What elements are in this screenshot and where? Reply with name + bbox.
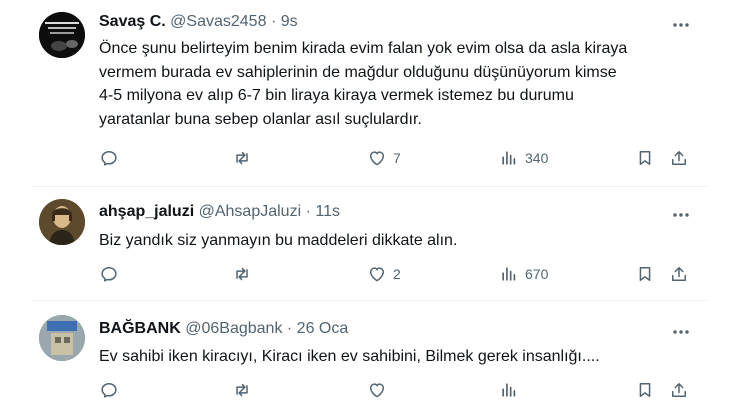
views-button[interactable] [499,380,519,400]
bookmark-button[interactable] [635,264,655,284]
tweet-text: Ev sahibi iken kiracıyı, Kiracı iken ev … [99,345,679,369]
share-button[interactable] [669,264,689,284]
bookmark-icon [639,383,651,397]
bookmark-icon [639,151,651,165]
tweet-header: Savaş C. @Savas2458 · 9s [99,12,298,32]
separator-dot: · [286,320,293,337]
retweet-button[interactable] [232,148,252,168]
tweet-2[interactable]: ahşap_jaluzi @AhsapJaluzi · 11s Biz yand… [0,187,730,299]
tweet-text-line: Ev sahibi iken kiracıyı, Kiracı iken ev … [99,348,600,365]
views-button[interactable]: 340 [499,148,548,168]
tweet-text-line: Önce şunu belirteyim benim kirada evim f… [99,40,628,57]
more-icon[interactable] [672,16,690,34]
like-icon [370,267,384,282]
separator-dot: · [305,203,311,220]
reply-icon [101,151,117,166]
share-button[interactable] [669,148,689,168]
more-icon[interactable] [672,323,690,341]
like-count: 2 [393,266,401,282]
views-icon [502,267,516,281]
reply-button[interactable] [99,380,119,400]
like-icon [370,151,384,166]
tweet-text: Biz yandık siz yanmayın bu maddeleri dik… [99,229,679,253]
views-icon [502,383,516,397]
tweet-text: Önce şunu belirteyim benim kirada evim f… [99,37,679,131]
views-button[interactable]: 670 [499,264,548,284]
bookmark-button[interactable] [635,380,655,400]
share-icon [672,267,686,281]
action-bar: 7 340 [99,148,699,172]
retweet-button[interactable] [232,380,252,400]
user-handle[interactable]: @Savas2458 [170,13,266,30]
retweet-icon [236,383,248,397]
display-name[interactable]: BAĞBANK [99,320,181,337]
tweet-text-line: yaratanlar buna sebep olanlar asıl suçlu… [99,110,422,128]
reply-icon [101,267,117,282]
tweet-header: BAĞBANK @06Bagbank · 26 Oca [99,319,348,339]
avatar[interactable] [39,199,85,245]
avatar[interactable] [39,12,85,58]
separator-dot: · [270,13,277,30]
avatar[interactable] [39,315,85,361]
like-icon [370,383,384,398]
action-bar [99,380,699,404]
reply-button[interactable] [99,148,119,168]
timestamp[interactable]: 26 Oca [297,320,349,337]
like-button[interactable]: 2 [367,264,401,284]
tweet-3[interactable]: BAĞBANK @06Bagbank · 26 Oca Ev sahibi ik… [0,301,730,420]
bookmark-icon [639,267,651,281]
tweet-text-line: 4-5 milyona ev alıp 6-7 bin liraya kiray… [99,87,574,104]
tweet-header: ahşap_jaluzi @AhsapJaluzi · 11s [99,202,340,222]
retweet-button[interactable] [232,264,252,284]
like-button[interactable] [367,380,387,400]
tweet-text-line: Biz yandık siz yanmayın bu maddeleri dik… [99,232,458,249]
retweet-icon [236,151,248,165]
timestamp[interactable]: 11s [315,203,340,220]
like-count: 7 [393,150,401,166]
views-count: 340 [525,150,549,166]
retweet-icon [236,267,248,281]
more-icon[interactable] [672,206,690,224]
views-icon [502,151,516,165]
user-handle[interactable]: @AhsapJaluzi [199,203,302,220]
timestamp[interactable]: 9s [281,13,298,30]
action-bar: 2 670 [99,264,699,288]
share-button[interactable] [669,380,689,400]
tweet-text-line: vermem burada ev sahiplerinin de mağdur … [99,63,617,81]
views-count: 670 [525,266,549,282]
share-icon [672,151,686,165]
reply-button[interactable] [99,264,119,284]
display-name[interactable]: Savaş C. [99,13,166,30]
reply-icon [101,383,117,398]
tweet-1[interactable]: Savaş C. @Savas2458 · 9s Önce şunu belir… [0,0,730,186]
user-handle[interactable]: @06Bagbank [185,320,282,337]
bookmark-button[interactable] [635,148,655,168]
like-button[interactable]: 7 [367,148,401,168]
share-icon [672,383,686,397]
display-name[interactable]: ahşap_jaluzi [99,203,194,220]
